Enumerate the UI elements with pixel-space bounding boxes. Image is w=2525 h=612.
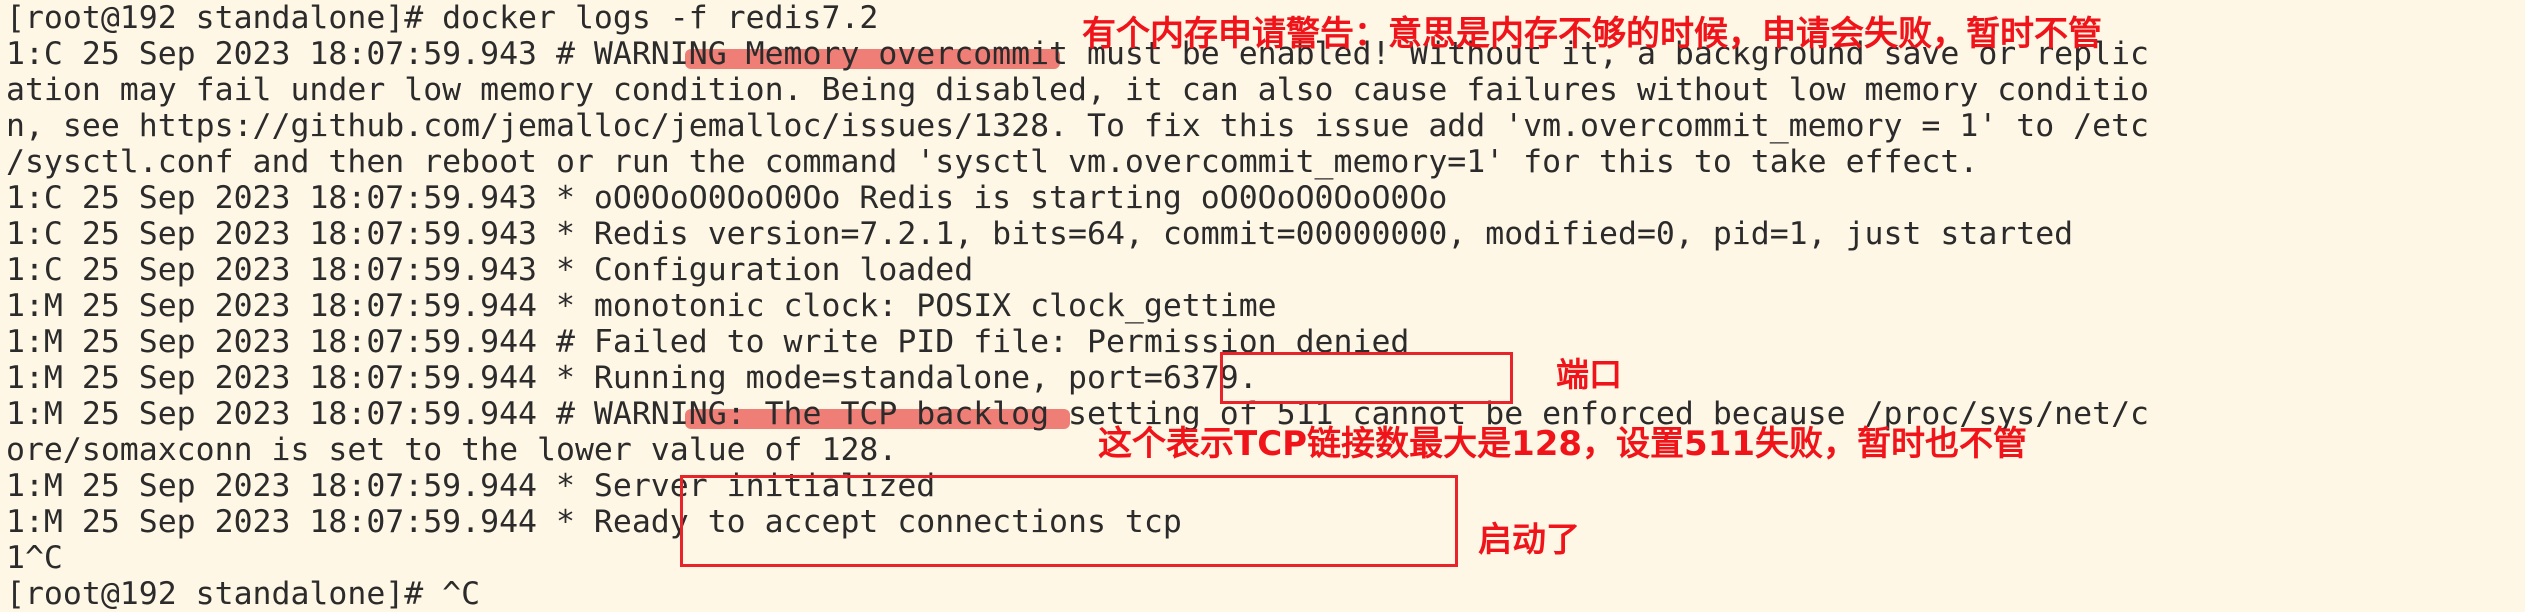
terminal-line: 1^C xyxy=(6,540,63,576)
started-annotation: 启动了 xyxy=(1478,520,1580,560)
terminal-line: /sysctl.conf and then reboot or run the … xyxy=(6,144,1979,180)
terminal-line: ation may fail under low memory conditio… xyxy=(6,72,2149,108)
terminal-line: 1:M 25 Sep 2023 18:07:59.944 * monotonic… xyxy=(6,288,1277,324)
terminal-line: 1:C 25 Sep 2023 18:07:59.943 * Configura… xyxy=(6,252,974,288)
started-annotation-box xyxy=(680,475,1458,567)
port-annotation: 端口 xyxy=(1556,355,1622,394)
terminal-line: 1:C 25 Sep 2023 18:07:59.943 * Redis ver… xyxy=(6,216,2074,252)
tcp-backlog-annotation: 这个表示TCP链接数最大是128，设置511失败，暂时也不管 xyxy=(1098,424,2028,464)
terminal-line: [root@192 standalone]# ^C xyxy=(6,576,481,612)
memory-warning-annotation: 有个内存申请警告：意思是内存不够的时候，申请会失败，暂时不管 xyxy=(1082,14,2102,54)
terminal-line: 1:M 25 Sep 2023 18:07:59.944 # Failed to… xyxy=(6,324,1410,360)
terminal-window[interactable]: [root@192 standalone]# docker logs -f re… xyxy=(0,0,2525,612)
terminal-line: ore/somaxconn is set to the lower value … xyxy=(6,432,898,468)
port-annotation-box xyxy=(1220,352,1513,404)
terminal-line: 1:C 25 Sep 2023 18:07:59.943 * oO0OoO0Oo… xyxy=(6,180,1448,216)
terminal-line: 1:M 25 Sep 2023 18:07:59.944 * Running m… xyxy=(6,360,1258,396)
terminal-line: [root@192 standalone]# docker logs -f re… xyxy=(6,0,879,36)
terminal-line: n, see https://github.com/jemalloc/jemal… xyxy=(6,108,2149,144)
